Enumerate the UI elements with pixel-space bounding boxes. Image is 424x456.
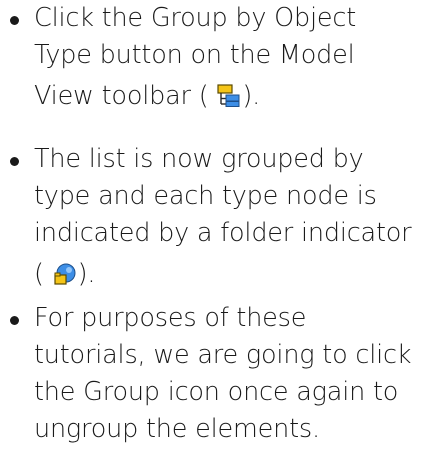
text-fragment: ( bbox=[34, 259, 52, 289]
text-line: tutorials, we are going to click bbox=[34, 340, 412, 370]
text-line: For purposes of these bbox=[34, 303, 307, 333]
text-line: the Group icon once again to bbox=[34, 377, 399, 407]
group-by-type-icon-graphic bbox=[217, 84, 240, 107]
text-line: type and each type node is bbox=[34, 181, 377, 211]
text-line: The list is now grouped by bbox=[34, 144, 364, 174]
instruction-text: Click the Group by Object Type button on… bbox=[34, 0, 422, 118]
text-fragment: ). bbox=[242, 81, 261, 111]
text-line: ( ). bbox=[34, 252, 422, 296]
text-line: indicated by a folder indicator bbox=[34, 218, 412, 248]
bullet-point bbox=[10, 16, 19, 25]
instruction-text: For purposes of these tutorials, we are … bbox=[34, 300, 422, 448]
folder-indicator-icon-graphic bbox=[54, 263, 76, 285]
text-fragment: ). bbox=[77, 259, 96, 289]
text-fragment: View toolbar ( bbox=[34, 81, 217, 111]
text-line: Type button on the Model bbox=[34, 40, 355, 70]
folder-indicator-icon bbox=[53, 256, 77, 300]
text-line: Click the Group by Object bbox=[34, 3, 356, 33]
bullet-point bbox=[10, 316, 19, 325]
text-line: ungroup the elements. bbox=[34, 414, 320, 444]
instruction-text: The list is now grouped by type and each… bbox=[34, 141, 422, 296]
bullet-point bbox=[10, 157, 19, 166]
group-by-type-icon bbox=[217, 78, 241, 122]
text-line: View toolbar ( ). bbox=[34, 74, 422, 118]
